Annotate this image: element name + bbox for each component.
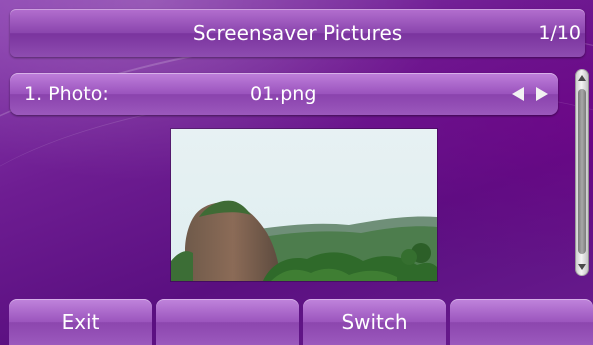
title-bar: Screensaver Pictures 1/10 [10,9,585,57]
arrow-left-icon[interactable] [510,86,526,102]
photo-label: 1. Photo: [24,83,109,105]
photo-value: 01.png [250,83,317,105]
scroll-thumb[interactable] [578,89,586,254]
softkey-empty-4[interactable] [450,299,593,345]
scroll-up-icon[interactable] [575,71,589,85]
vertical-scrollbar[interactable] [575,69,589,276]
page-indicator: 1/10 [538,22,581,44]
softkey-exit[interactable]: Exit [9,299,152,345]
softkey-empty-2[interactable] [156,299,299,345]
photo-switch-arrows[interactable] [510,86,550,102]
softkey-switch[interactable]: Switch [303,299,446,345]
scroll-down-icon[interactable] [575,260,589,274]
page-title: Screensaver Pictures [192,21,403,45]
arrow-right-icon[interactable] [534,86,550,102]
softkey-bar: Exit Switch [0,299,593,345]
landscape-photo-thumbnail [171,129,437,281]
photo-selector-row[interactable]: 1. Photo: 01.png [10,73,558,115]
photo-preview [171,129,437,281]
phone-screen: Screensaver Pictures 1/10 1. Photo: 01.p… [0,0,593,345]
